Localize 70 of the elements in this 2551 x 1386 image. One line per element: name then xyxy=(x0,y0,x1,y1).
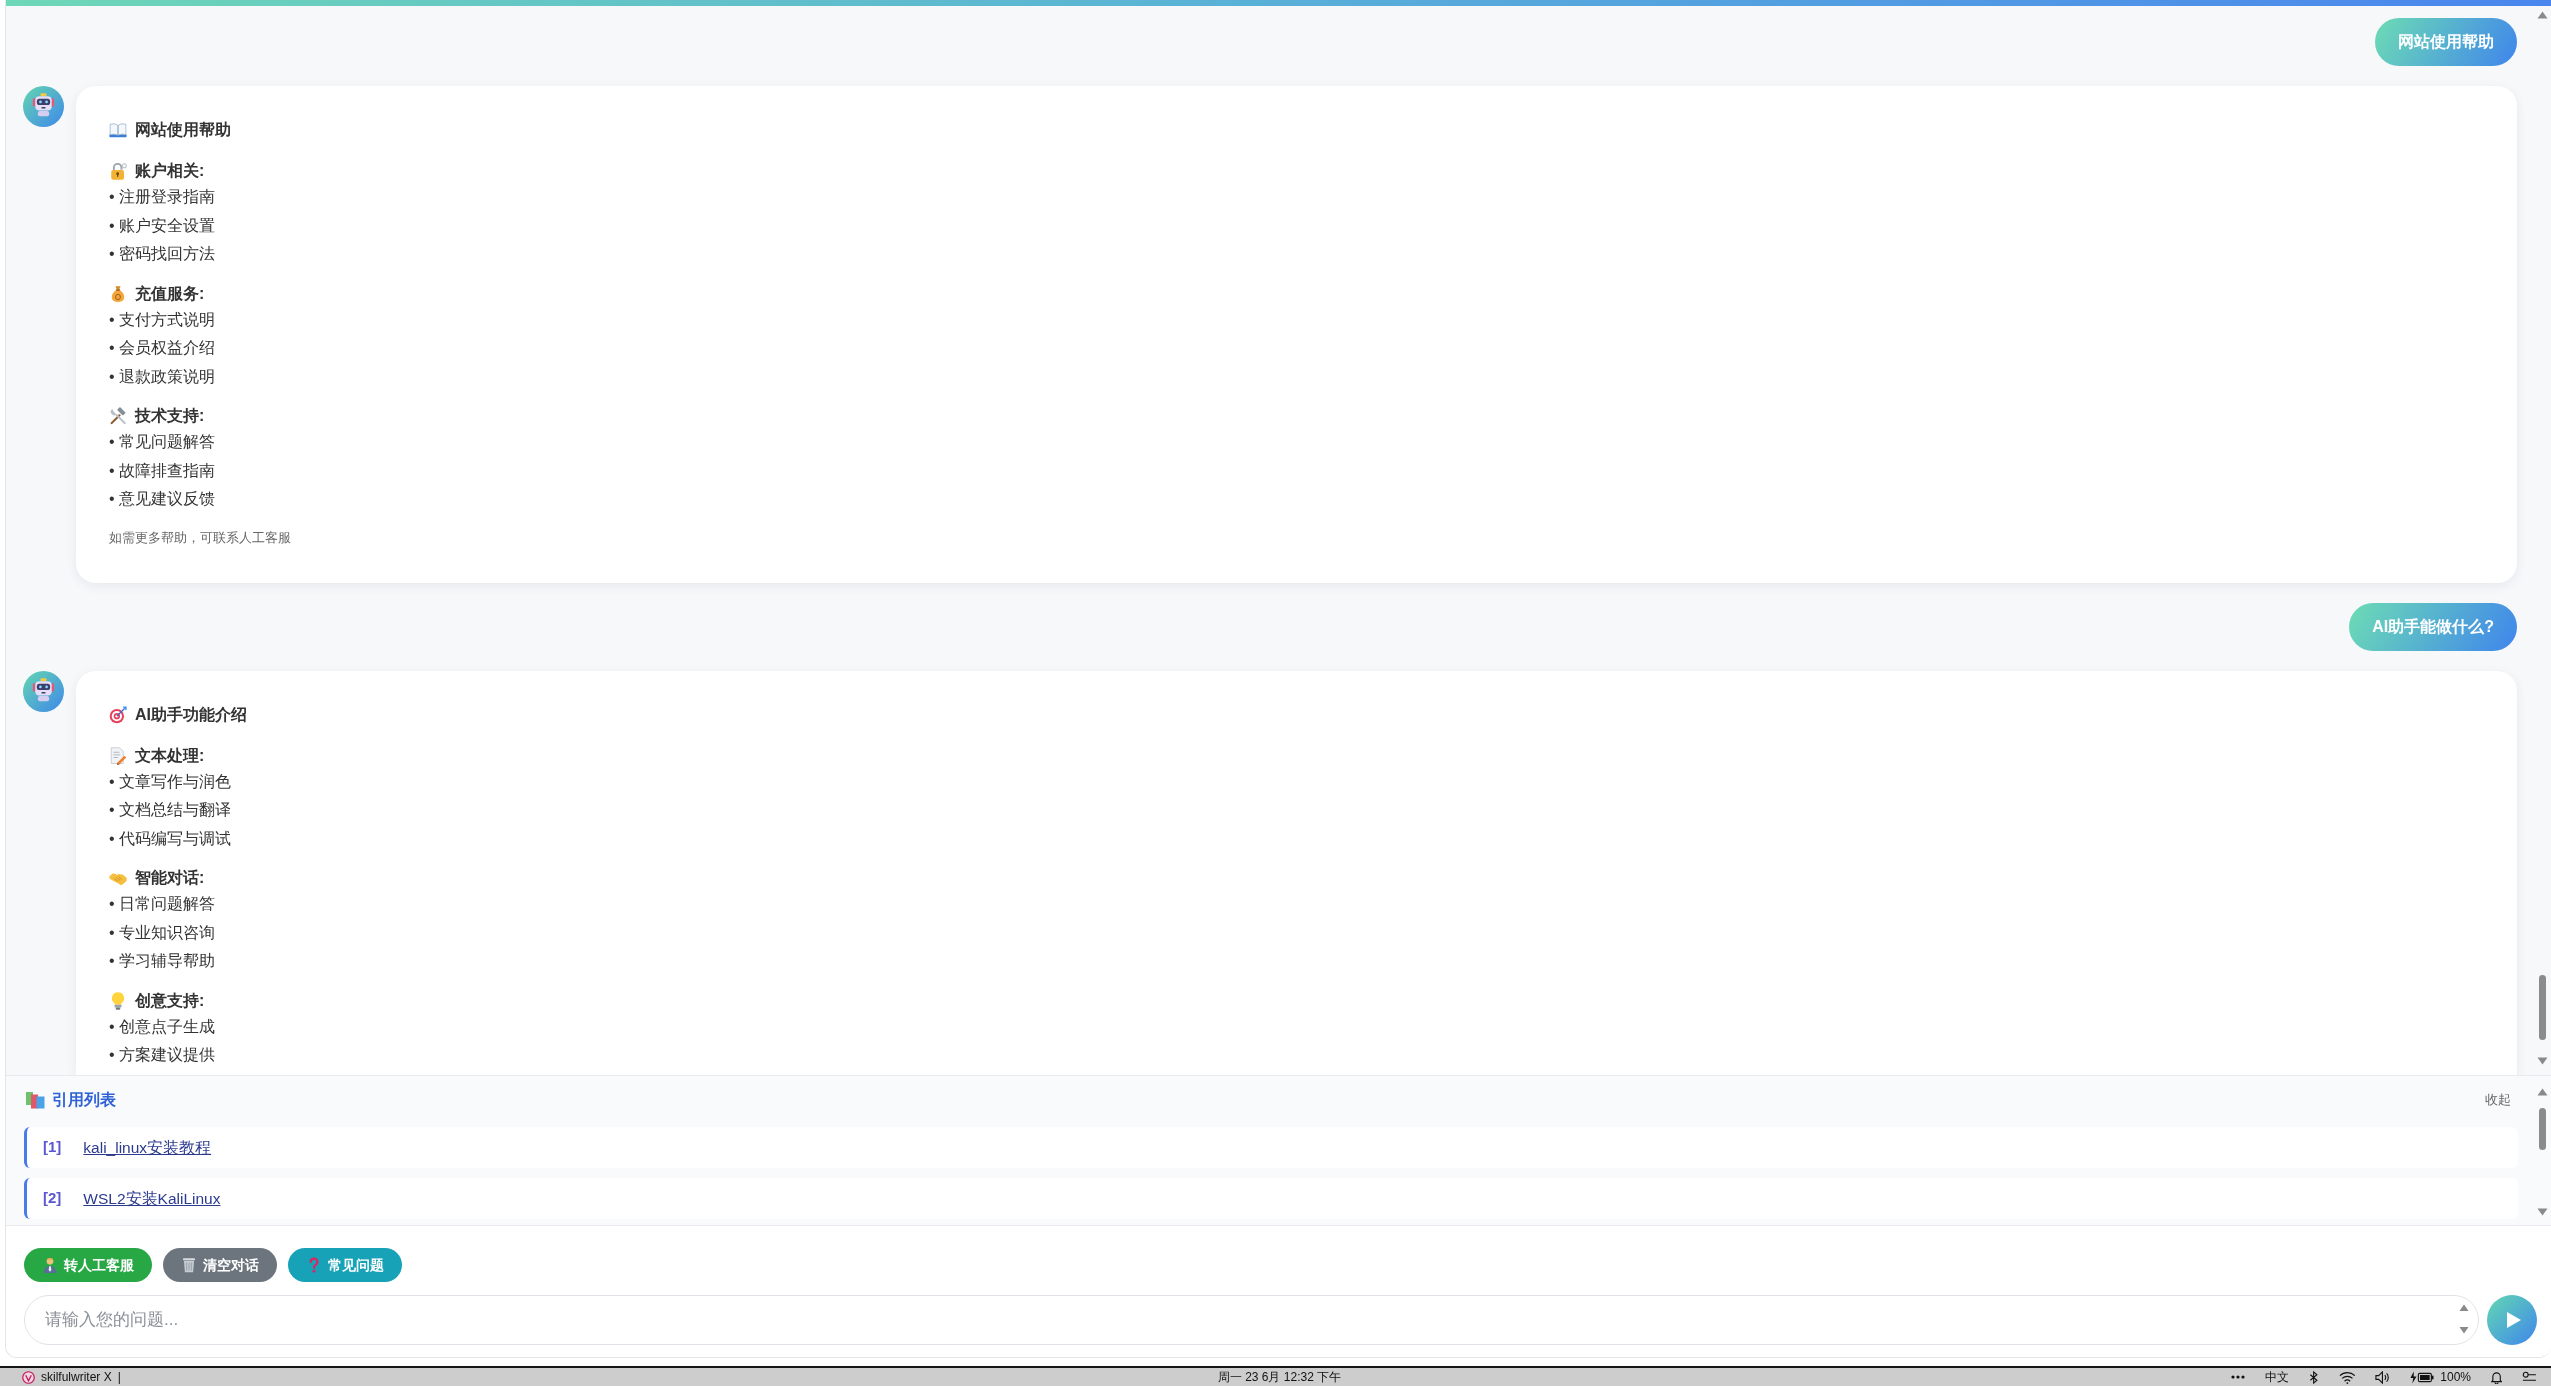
target-dart-icon xyxy=(109,705,127,724)
bell-icon[interactable] xyxy=(2491,1370,2503,1384)
section-heading: 充值服务: xyxy=(135,283,205,304)
taskbar-clock[interactable]: 周一 23 6月 12:32 下午 xyxy=(1217,1369,1342,1385)
quick-action-button[interactable]: 清空对话 xyxy=(163,1248,277,1282)
send-button[interactable] xyxy=(2487,1295,2537,1345)
person-icon xyxy=(42,1257,58,1273)
volume-icon[interactable] xyxy=(2375,1370,2391,1384)
taskbar-app-title[interactable]: skilfulwriter X xyxy=(41,1369,112,1385)
list-item: • 方案建议提供 xyxy=(109,1045,216,1065)
ellipsis-icon[interactable] xyxy=(2231,1375,2246,1379)
padlock-key-icon xyxy=(109,162,127,180)
wastebasket-icon xyxy=(181,1257,197,1273)
message-input[interactable]: 请输入您的问题... xyxy=(24,1295,2479,1345)
user-message: AI助手能做什么? xyxy=(2349,602,2517,651)
list-item: • 意见建议反馈 xyxy=(109,489,216,509)
section-heading: 账户相关: xyxy=(135,161,205,181)
play-icon xyxy=(2505,1311,2522,1329)
list-item: • 账户安全设置 xyxy=(109,215,216,236)
money-bag-icon xyxy=(109,284,127,303)
list-item: • 文章写作与润色 xyxy=(109,771,232,792)
scrollbar-thumb[interactable] xyxy=(2538,1108,2546,1150)
section-heading: 智能对话: xyxy=(135,868,205,888)
list-item: • 日常问题解答 xyxy=(109,894,216,914)
citation-list-title: 引用列表 xyxy=(52,1090,116,1110)
section-heading: 技术支持: xyxy=(135,406,205,426)
message-title: AI助手功能介绍 xyxy=(135,704,247,725)
robot-avatar-icon xyxy=(23,86,64,127)
scroll-up-icon[interactable] xyxy=(2536,11,2548,19)
section-heading: 文本处理: xyxy=(135,745,205,766)
collapse-toggle[interactable]: 收起 xyxy=(2485,1091,2511,1109)
app-icon[interactable] xyxy=(22,1370,35,1384)
list-item: • 退款政策说明 xyxy=(109,366,216,387)
hammer-wrench-icon xyxy=(109,407,127,425)
input-method-indicator[interactable]: 中文 xyxy=(2265,1369,2290,1385)
wifi-icon[interactable] xyxy=(2338,1370,2356,1384)
section-heading: 创意支持: xyxy=(135,990,205,1011)
open-book-icon xyxy=(109,121,127,139)
light-bulb-icon xyxy=(109,991,127,1010)
scrollbar-thumb[interactable] xyxy=(2538,975,2546,1040)
list-item: • 会员权益介绍 xyxy=(109,338,216,358)
list-item: • 常见问题解答 xyxy=(109,432,216,452)
scroll-down-icon[interactable] xyxy=(2536,1208,2548,1216)
list-item: • 支付方式说明 xyxy=(109,309,216,330)
list-item: • 密码找回方法 xyxy=(109,244,216,264)
citation-number: [2] xyxy=(43,1188,62,1209)
citation-link[interactable]: kali_linux安装教程 xyxy=(83,1135,212,1160)
bluetooth-icon[interactable] xyxy=(2309,1370,2319,1384)
list-item: • 故障排查指南 xyxy=(109,460,216,481)
list-item: • 创意点子生成 xyxy=(109,1016,216,1037)
scroll-arrows-icon[interactable] xyxy=(2459,1304,2469,1334)
books-icon xyxy=(25,1091,45,1109)
list-item: • 代码编写与调试 xyxy=(109,828,232,849)
message-title: 网站使用帮助 xyxy=(135,120,231,140)
slider-icon[interactable] xyxy=(2522,1370,2537,1384)
message-footnote: 如需更多帮助，可联系人工客服 xyxy=(109,528,291,547)
memo-pencil-icon xyxy=(109,746,127,765)
robot-avatar-icon xyxy=(23,670,64,712)
charging-battery-icon[interactable] xyxy=(2410,1370,2435,1384)
taskbar-separator: | xyxy=(117,1369,121,1385)
list-item: • 学习辅导帮助 xyxy=(109,951,216,971)
list-item: • 专业知识咨询 xyxy=(109,922,216,943)
scroll-up-icon[interactable] xyxy=(2536,1088,2548,1096)
citation-link[interactable]: WSL2安装KaliLinux xyxy=(83,1186,221,1211)
list-item: • 注册登录指南 xyxy=(109,187,216,207)
citation-number: [1] xyxy=(43,1137,62,1158)
user-message: 网站使用帮助 xyxy=(2375,18,2517,66)
list-item: • 文档总结与翻译 xyxy=(109,800,232,820)
battery-percentage[interactable]: 100% xyxy=(2440,1369,2471,1385)
scroll-down-icon[interactable] xyxy=(2536,1057,2548,1065)
